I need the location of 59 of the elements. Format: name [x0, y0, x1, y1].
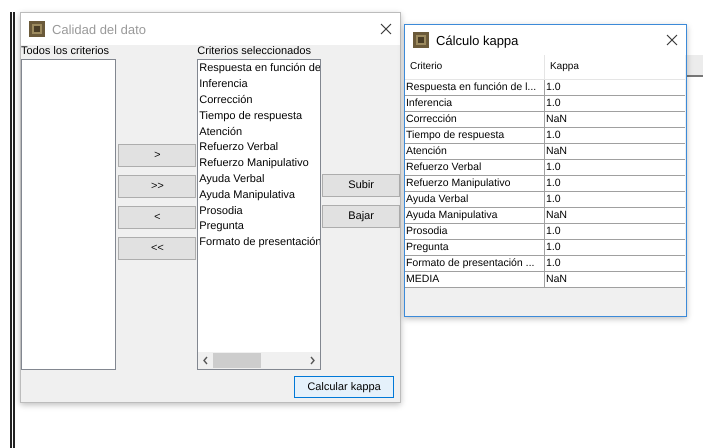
table-cell-text: 1.0 [545, 80, 562, 95]
table-cell-text: 1.0 [545, 128, 562, 143]
table-cell-text: NaN [545, 144, 568, 159]
move-button[interactable]: >> [118, 175, 196, 198]
list-item[interactable]: Ayuda Manipulativa [198, 187, 320, 204]
table-cell-text: 1.0 [545, 224, 562, 239]
list-item[interactable]: Ayuda Verbal [198, 172, 320, 188]
close-icon[interactable] [380, 23, 392, 35]
table-cell-text: 1.0 [545, 176, 562, 191]
list-item[interactable]: Refuerzo Verbal [198, 140, 320, 156]
table-cell-text: 1.0 [545, 96, 562, 111]
table-cell: Inferencia [405, 96, 545, 111]
horizontal-scrollbar[interactable] [198, 352, 320, 369]
table-cell-text: 1.0 [545, 240, 562, 255]
move-button[interactable]: > [118, 144, 196, 167]
list-label: Criterios seleccionados [197, 46, 312, 58]
list-item[interactable]: Corrección [198, 92, 320, 108]
table-cell-text: NaN [545, 272, 568, 287]
window-title: Cálculo kappa [436, 34, 520, 46]
table-cell: Respuesta en función de l... [405, 80, 545, 95]
app-icon [29, 21, 45, 37]
window-title: Calidad del dato [52, 22, 147, 36]
table-cell: Pregunta [405, 240, 545, 255]
list-item[interactable]: Respuesta en función de [198, 61, 320, 77]
table-cell: Atención [405, 144, 545, 159]
move-button[interactable]: < [118, 206, 196, 229]
table-cell: Prosodia [405, 224, 545, 239]
table-cell: Ayuda Manipulativa [405, 208, 545, 223]
table-cell: Refuerzo Manipulativo [405, 176, 545, 191]
column-header[interactable]: Criterio [405, 55, 545, 79]
table-cell-text: NaN [545, 112, 568, 127]
table-cell: Formato de presentación ... [405, 256, 545, 271]
table-cell: MEDIA [405, 272, 545, 287]
scroll-left-icon[interactable] [202, 356, 210, 365]
list-label: Todos los criterios [21, 46, 110, 58]
table-cell-text: 1.0 [545, 256, 562, 271]
list-item[interactable]: Tiempo de respuesta [198, 108, 320, 124]
criteria-list[interactable] [21, 59, 116, 370]
table-cell: Tiempo de respuesta [405, 128, 545, 143]
list-item[interactable]: Atención [198, 124, 320, 140]
table-cell: Ayuda Verbal [405, 192, 545, 207]
table-cell: Refuerzo Verbal [405, 160, 545, 175]
list-item[interactable]: Pregunta [198, 218, 320, 235]
list-item[interactable]: Inferencia [198, 76, 320, 93]
table-cell-text: 1.0 [545, 160, 562, 175]
table-cell-text: NaN [545, 208, 568, 223]
column-header[interactable]: Kappa [545, 55, 685, 79]
list-item[interactable]: Prosodia [198, 203, 320, 219]
scroll-right-icon[interactable] [309, 356, 316, 365]
close-icon[interactable] [666, 34, 678, 46]
table-cell-text: 1.0 [545, 192, 562, 207]
order-button[interactable]: Bajar [322, 205, 400, 228]
scroll-thumb[interactable] [213, 353, 262, 368]
table-cell: Corrección [405, 112, 545, 127]
app-icon [413, 32, 429, 48]
list-item[interactable]: Refuerzo Manipulativo [198, 156, 320, 172]
calculate-button[interactable]: Calcular kappa [294, 376, 394, 398]
order-button[interactable]: Subir [322, 174, 400, 197]
move-button[interactable]: << [118, 237, 196, 260]
